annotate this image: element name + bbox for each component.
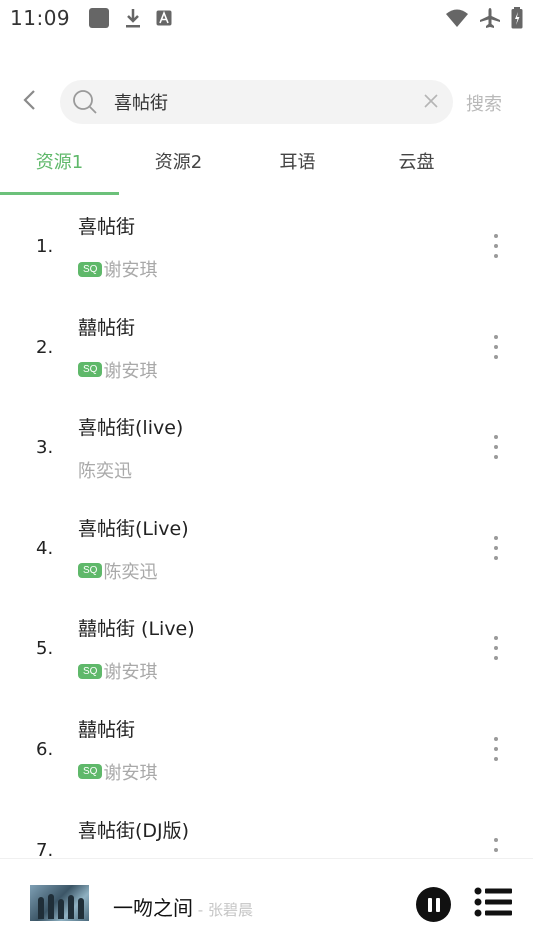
- list-item[interactable]: 6. 囍帖街 SQ 谢安琪: [0, 699, 533, 800]
- more-vertical-icon: [494, 334, 498, 359]
- tab-source-2[interactable]: 资源2: [119, 140, 238, 196]
- list-item[interactable]: 3. 喜帖街(live) 陈奕迅: [0, 397, 533, 498]
- more-vertical-icon: [494, 837, 498, 858]
- more-vertical-icon: [494, 435, 498, 460]
- font-icon: [156, 10, 172, 26]
- now-playing-separator: -: [193, 901, 208, 919]
- song-artist: 谢安琪: [103, 360, 158, 382]
- more-options-button[interactable]: [484, 230, 508, 262]
- tab-source-1[interactable]: 资源1: [0, 140, 119, 196]
- more-options-button[interactable]: [484, 834, 508, 858]
- pause-button[interactable]: [416, 887, 451, 922]
- download-icon: [124, 7, 142, 29]
- pause-icon: [427, 897, 432, 912]
- more-vertical-icon: [494, 736, 498, 761]
- song-artist: 陈奕迅: [103, 561, 158, 583]
- item-index: 4.: [36, 537, 54, 559]
- song-title: 喜帖街(live): [78, 417, 184, 440]
- more-vertical-icon: [494, 234, 498, 258]
- song-title: 囍帖街: [78, 718, 136, 741]
- playlist-icon: [474, 887, 512, 921]
- sq-badge: SQ: [78, 261, 103, 277]
- close-icon: [424, 93, 438, 112]
- battery-icon: [511, 7, 523, 29]
- item-index: 7.: [36, 839, 54, 858]
- more-vertical-icon: [494, 636, 498, 661]
- wifi-icon: [445, 8, 469, 28]
- chevron-left-icon: [22, 89, 36, 115]
- now-playing-title: 一吻之间: [113, 896, 193, 920]
- square-icon: [88, 7, 110, 29]
- list-item[interactable]: 4. 喜帖街(Live) SQ 陈奕迅: [0, 498, 533, 599]
- list-item[interactable]: 2. 囍帖街 SQ 谢安琪: [0, 297, 533, 398]
- sq-badge: SQ: [78, 563, 103, 579]
- source-tabs: 资源1 资源2 耳语 云盘: [0, 140, 533, 196]
- item-index: 2.: [36, 336, 54, 358]
- search-icon: [72, 89, 98, 115]
- sq-badge: SQ: [78, 663, 103, 679]
- song-title: 囍帖街 (Live): [78, 618, 195, 641]
- album-cover[interactable]: [30, 885, 89, 921]
- song-artist: 陈奕迅: [78, 461, 132, 483]
- item-index: 1.: [36, 236, 54, 257]
- song-title: 喜帖街(DJ版): [78, 819, 190, 842]
- list-item[interactable]: 7. 喜帖街(DJ版): [0, 800, 533, 858]
- song-title: 喜帖街(Live): [78, 517, 189, 540]
- list-item[interactable]: 1. 喜帖街 SQ 谢安琪: [0, 196, 533, 297]
- airplane-icon: [479, 7, 501, 29]
- search-results-list[interactable]: 1. 喜帖街 SQ 谢安琪 2. 囍帖街 SQ 谢安琪 3. 喜帖街(live)…: [0, 196, 533, 858]
- item-index: 6.: [36, 738, 54, 760]
- song-artist: 谢安琪: [103, 260, 158, 281]
- status-time: 11:09: [10, 6, 71, 30]
- now-playing-info[interactable]: 一吻之间 - 张碧晨: [113, 892, 253, 921]
- search-header: 搜索: [0, 78, 533, 126]
- song-title: 囍帖街: [78, 316, 136, 339]
- mini-player[interactable]: 一吻之间 - 张碧晨: [0, 858, 533, 947]
- song-artist: 谢安琪: [103, 662, 158, 684]
- tab-whisper[interactable]: 耳语: [238, 140, 357, 196]
- more-options-button[interactable]: [484, 431, 508, 463]
- more-options-button[interactable]: [484, 532, 508, 564]
- sq-badge: SQ: [78, 764, 103, 780]
- more-options-button[interactable]: [484, 733, 508, 765]
- search-box[interactable]: [60, 80, 453, 124]
- item-index: 3.: [36, 437, 54, 459]
- sq-badge: SQ: [78, 362, 103, 378]
- back-button[interactable]: [16, 88, 42, 116]
- status-bar: 11:09: [0, 0, 533, 36]
- search-button[interactable]: 搜索: [466, 90, 502, 116]
- more-vertical-icon: [494, 535, 498, 560]
- song-artist: 谢安琪: [103, 762, 158, 784]
- song-title: 喜帖街: [78, 216, 136, 238]
- item-index: 5.: [36, 638, 54, 660]
- list-item[interactable]: 5. 囍帖街 (Live) SQ 谢安琪: [0, 598, 533, 699]
- tab-cloud-drive[interactable]: 云盘: [357, 140, 476, 196]
- playlist-button[interactable]: [474, 887, 512, 917]
- search-input[interactable]: [114, 82, 414, 122]
- more-options-button[interactable]: [484, 632, 508, 664]
- more-options-button[interactable]: [484, 331, 508, 363]
- now-playing-artist: 张碧晨: [207, 901, 253, 919]
- clear-search-button[interactable]: [421, 92, 441, 112]
